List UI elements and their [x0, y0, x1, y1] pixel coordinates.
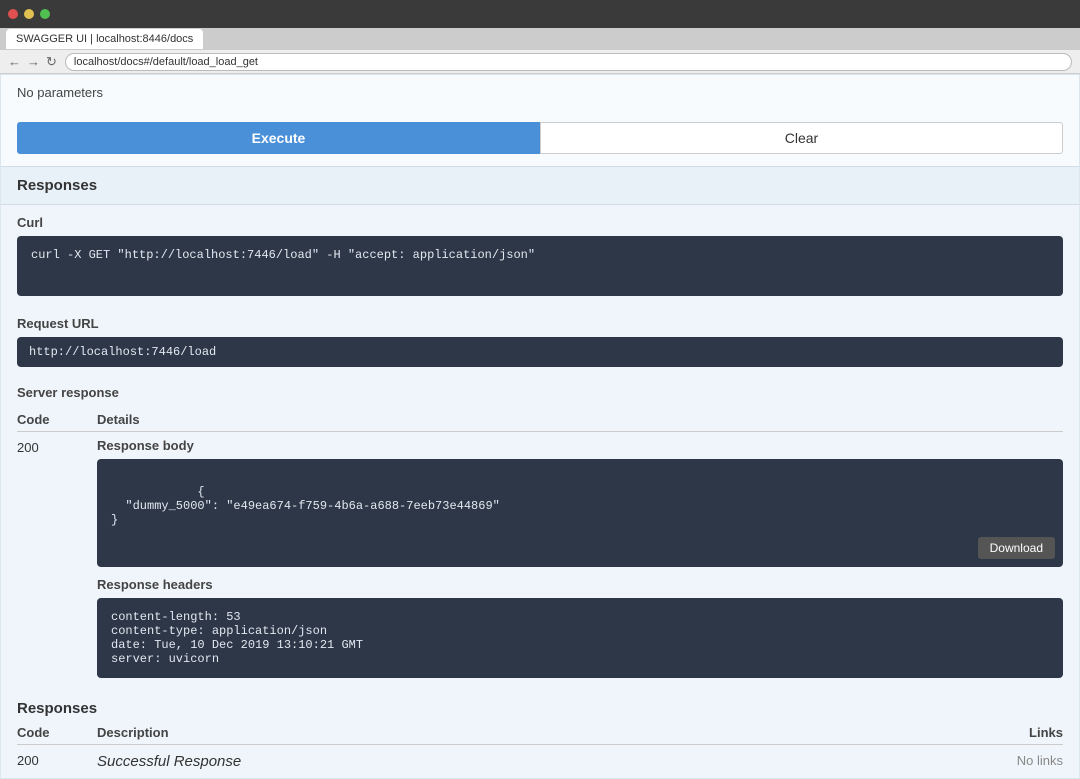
request-url-section: Request URL http://localhost:7446/load [1, 306, 1079, 377]
response-row-200: 200 Response body { "dummy_5000": "e49ea… [17, 432, 1063, 684]
request-url-value: http://localhost:7446/load [17, 337, 1063, 367]
address-bar: ← → ↻ [0, 50, 1080, 74]
response-body-block: { "dummy_5000": "e49ea674-f759-4b6a-a688… [97, 459, 1063, 567]
r-code-col-header: Code [17, 725, 97, 740]
r-200-code: 200 [17, 753, 97, 768]
clear-button[interactable]: Clear [540, 122, 1063, 154]
no-params-section: No parameters [1, 75, 1079, 110]
maximize-dot[interactable] [40, 9, 50, 19]
response-body-text: { "dummy_5000": "e49ea674-f759-4b6a-a688… [111, 485, 500, 527]
response-code-200: 200 [17, 438, 97, 455]
curl-label: Curl [17, 215, 1063, 230]
execute-button[interactable]: Execute [17, 122, 540, 154]
close-dot[interactable] [8, 9, 18, 19]
r-200-links: No links [943, 753, 1063, 768]
request-url-label: Request URL [17, 316, 1063, 331]
curl-code-block: curl -X GET "http://localhost:7446/load"… [17, 236, 1063, 296]
responses-bottom-header: Responses [17, 692, 1063, 721]
r-links-col-header: Links [943, 725, 1063, 740]
response-headers-label: Response headers [97, 577, 1063, 592]
curl-section: Curl curl -X GET "http://localhost:7446/… [1, 205, 1079, 306]
response-headers-block: content-length: 53 content-type: applica… [97, 598, 1063, 678]
active-tab[interactable]: SWAGGER UI | localhost:8446/docs [6, 29, 203, 49]
responses-table-header: Code Description Links [17, 721, 1063, 745]
forward-icon[interactable]: → [27, 54, 40, 70]
response-table-header: Code Details [17, 408, 1063, 432]
page-wrapper: SWAGGER UI | localhost:8446/docs ← → ↻ N… [0, 0, 1080, 779]
details-col-header: Details [97, 412, 1063, 427]
responses-bottom-section: Responses Code Description Links 200 Suc… [1, 684, 1079, 778]
swagger-content: No parameters Execute Clear Responses Cu… [0, 74, 1080, 779]
reload-icon[interactable]: ↻ [46, 54, 57, 70]
responses-main-header-text: Responses [17, 177, 97, 194]
tab-bar: SWAGGER UI | localhost:8446/docs [0, 28, 1080, 50]
response-details: Response body { "dummy_5000": "e49ea674-… [97, 438, 1063, 678]
no-links-text: No links [1017, 753, 1063, 768]
responses-main-header: Responses [1, 166, 1079, 205]
no-params-text: No parameters [17, 85, 103, 100]
server-response-header: Server response [1, 377, 1079, 408]
nav-icons: ← → ↻ [8, 54, 57, 70]
successful-response-text: Successful Response [97, 753, 241, 770]
browser-chrome [0, 0, 1080, 28]
r-desc-col-header: Description [97, 725, 943, 740]
execute-row: Execute Clear [1, 110, 1079, 166]
minimize-dot[interactable] [24, 9, 34, 19]
tab-label: SWAGGER UI | localhost:8446/docs [16, 33, 193, 45]
code-col-header: Code [17, 412, 97, 427]
server-response-text: Server response [17, 385, 119, 400]
responses-200-row: 200 Successful Response No links [17, 745, 1063, 778]
response-table: Code Details 200 Response body { "dummy_… [1, 408, 1079, 684]
response-body-label: Response body [97, 438, 1063, 453]
url-input[interactable] [65, 53, 1072, 71]
back-icon[interactable]: ← [8, 54, 21, 70]
download-button[interactable]: Download [978, 537, 1055, 559]
r-200-desc: Successful Response [97, 753, 943, 770]
